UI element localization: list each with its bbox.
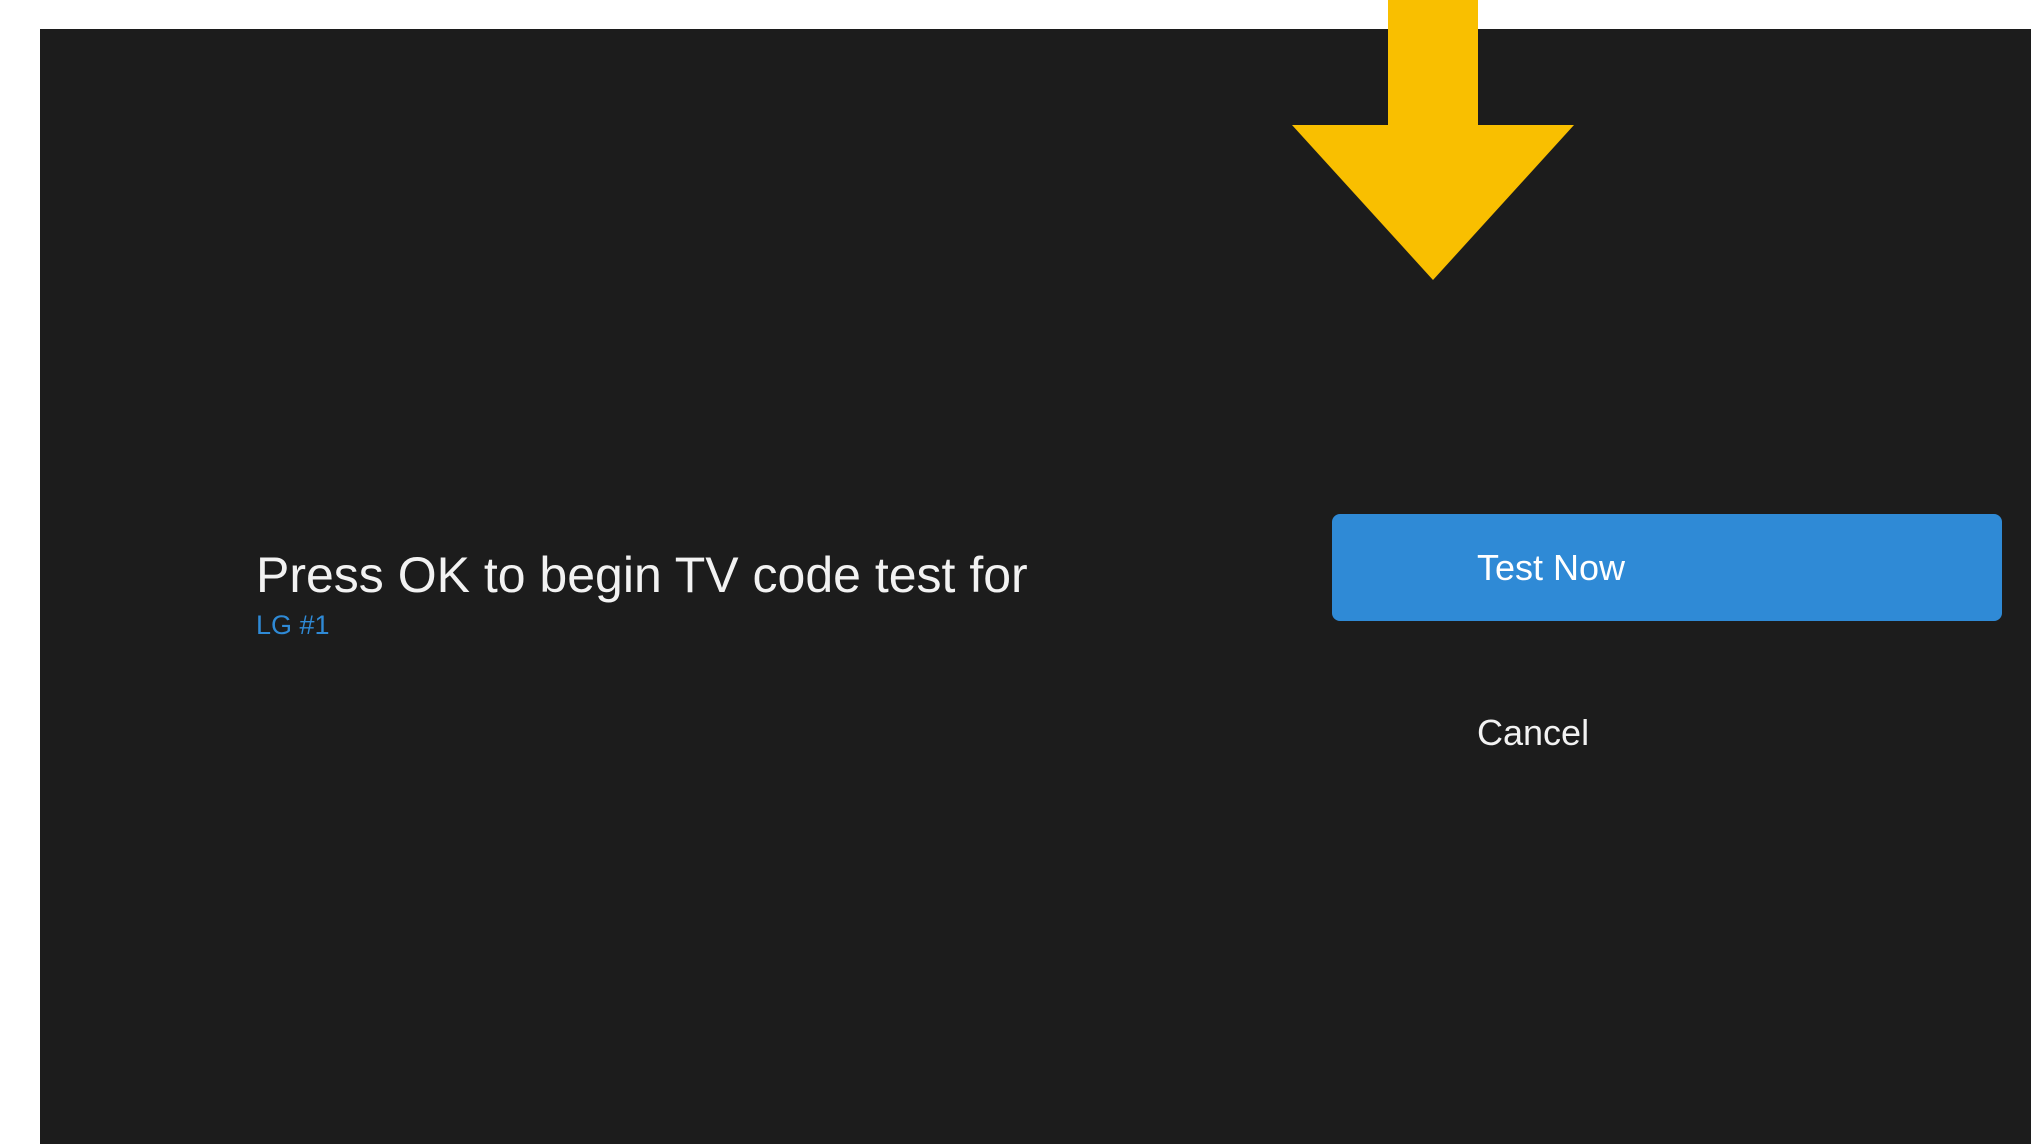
arrow-down-shape <box>1292 0 1574 280</box>
test-now-label: Test Now <box>1477 546 1626 588</box>
test-prompt: Press OK to begin TV code test for LG #1 <box>256 547 1156 640</box>
arrow-down-icon <box>1292 0 1574 280</box>
device-name: LG #1 <box>256 609 330 640</box>
prompt-title: Press OK to begin TV code test for <box>256 547 1028 603</box>
page: Press OK to begin TV code test for LG #1… <box>0 0 2031 1144</box>
cancel-label: Cancel <box>1477 712 1590 753</box>
test-now-button[interactable]: Test Now <box>1332 514 2002 621</box>
cancel-button[interactable]: Cancel <box>1332 693 2002 773</box>
